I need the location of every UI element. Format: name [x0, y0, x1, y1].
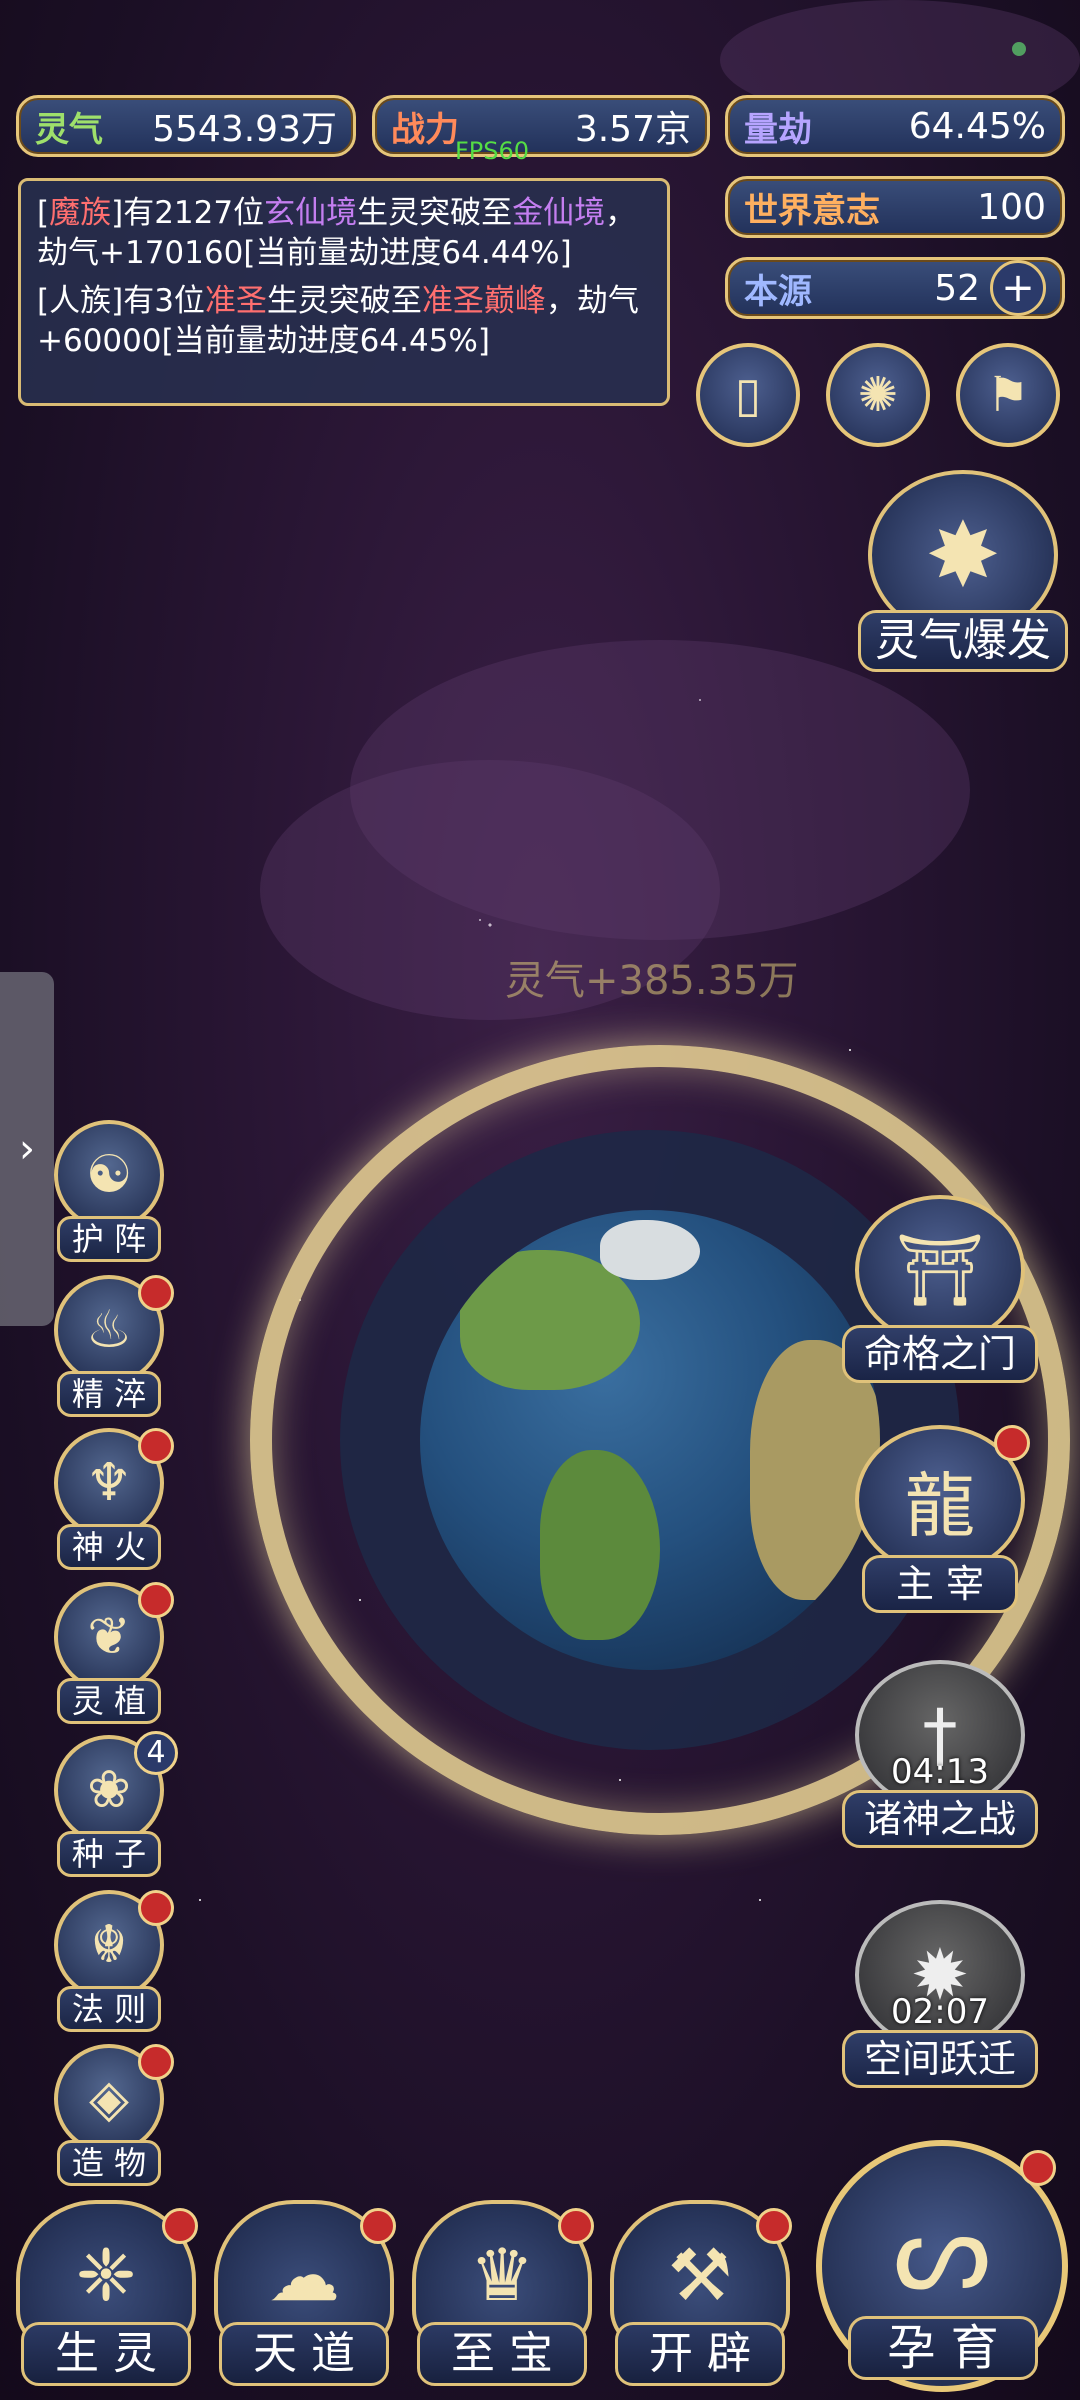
fps-counter: FPS60: [455, 137, 530, 165]
log-entry: [人族]有3位准圣生灵突破至准圣巅峰，劫气+60000[当前量劫进度64.45%…: [37, 283, 639, 359]
event-log: [魔族]有2127位玄仙境生灵突破至金仙境，劫气+170160[当前量劫进度64…: [18, 178, 670, 406]
continent: [600, 1220, 700, 1280]
faze-button[interactable]: ☬ 法 则: [44, 1890, 174, 2032]
notification-dot: [138, 2044, 174, 2080]
huzhen-button[interactable]: ☯ 护 阵: [44, 1120, 174, 1262]
lingzhi-label: 灵 植: [57, 1678, 161, 1724]
notification-dot: [138, 1428, 174, 1464]
swirl-icon[interactable]: ✺: [826, 343, 930, 447]
gate-icon: ⛩: [855, 1195, 1025, 1345]
yunyu-button[interactable]: ᔕ 孕 育: [816, 2140, 1068, 2392]
yunyu-label: 孕 育: [848, 2316, 1038, 2380]
shenhuo-button[interactable]: ♆ 神 火: [44, 1428, 174, 1570]
zhibao-label: 至 宝: [417, 2322, 587, 2386]
zhanli-stat[interactable]: 战力 3.57京: [372, 95, 710, 157]
notification-dot: [558, 2208, 594, 2244]
lingqi-stat[interactable]: 灵气 5543.93万: [16, 95, 356, 157]
liangjie-label: 量劫: [744, 109, 812, 150]
embryo-icon: ᔕ: [892, 2186, 992, 2314]
card-icon[interactable]: ▯: [696, 343, 800, 447]
benyuan-stat[interactable]: 本源 52 +: [725, 257, 1065, 319]
shijie-label: 世界意志: [744, 190, 880, 231]
yin-yang-icon: ☯: [54, 1120, 164, 1230]
notification-dot: [360, 2208, 396, 2244]
kaipi-button[interactable]: ⚒ 开 辟: [600, 2200, 800, 2400]
liangjie-value: 64.45%: [908, 105, 1046, 147]
lingqi-value: 5543.93万: [152, 109, 337, 150]
benyuan-label: 本源: [744, 271, 812, 312]
zhongzi-label: 种 子: [57, 1831, 161, 1877]
zhuzai-label: 主 宰: [862, 1555, 1018, 1613]
jingcui-button[interactable]: ♨ 精 淬: [44, 1275, 174, 1417]
plus-icon[interactable]: +: [990, 260, 1046, 316]
flag-icon[interactable]: ⚑: [956, 343, 1060, 447]
notification-dot: [1020, 2150, 1056, 2186]
lingqi-label: 灵气: [35, 109, 103, 150]
notification-dot: [162, 2208, 198, 2244]
mingge-button[interactable]: ⛩ 命格之门: [840, 1195, 1040, 1383]
zhanli-value: 3.57京: [574, 109, 691, 150]
notification-dot: [138, 1582, 174, 1618]
shengling-label: 生 灵: [21, 2322, 191, 2386]
lingqi-burst-button[interactable]: ✸ 灵气爆发: [858, 470, 1068, 680]
tiandao-button[interactable]: ☁ 天 道: [204, 2200, 404, 2400]
zhibao-button[interactable]: ♛ 至 宝: [402, 2200, 602, 2400]
notification-dot: [138, 1890, 174, 1926]
log-entry: [魔族]有2127位玄仙境生灵突破至金仙境，劫气+170160[当前量劫进度64…: [37, 195, 637, 271]
benyuan-value: 52: [934, 267, 980, 309]
floating-gain-text: 灵气+385.35万: [505, 958, 799, 1004]
kaipi-label: 开 辟: [615, 2322, 785, 2386]
continent: [540, 1450, 660, 1640]
tiandao-label: 天 道: [219, 2322, 389, 2386]
zhongzi-button[interactable]: ❀ 4 种 子: [44, 1731, 178, 1877]
liangjie-stat[interactable]: 量劫 64.45%: [725, 95, 1065, 157]
shijie-value: 100: [977, 186, 1046, 228]
lingzhi-button[interactable]: ❦ 灵 植: [44, 1582, 174, 1724]
shengling-button[interactable]: ❈ 生 灵: [6, 2200, 206, 2400]
shijie-stat[interactable]: 世界意志 100: [725, 176, 1065, 238]
planet-earth[interactable]: [420, 1210, 880, 1670]
faze-label: 法 则: [57, 1986, 161, 2032]
zhuzai-button[interactable]: 龍 主 宰: [840, 1425, 1040, 1613]
zaowu-label: 造 物: [57, 2140, 161, 2186]
shenhuo-label: 神 火: [57, 1524, 161, 1570]
zhushen-timer: 04:13: [891, 1752, 989, 1792]
kongjian-timer: 02:07: [891, 1992, 989, 2032]
zhushen-button[interactable]: † 04:13 诸神之战: [840, 1660, 1040, 1848]
count-badge: 4: [134, 1731, 178, 1775]
kongjian-label: 空间跃迁: [842, 2030, 1038, 2088]
notification-dot: [994, 1425, 1030, 1461]
zhushen-label: 诸神之战: [842, 1790, 1038, 1848]
notification-dot: [756, 2208, 792, 2244]
zaowu-button[interactable]: ◈ 造 物: [44, 2044, 174, 2186]
kongjian-button[interactable]: ✹ 02:07 空间跃迁: [840, 1900, 1040, 2088]
mingge-label: 命格之门: [842, 1325, 1038, 1383]
burst-label: 灵气爆发: [858, 610, 1068, 672]
zhanli-label: 战力: [391, 109, 459, 150]
notification-dot: [138, 1275, 174, 1311]
jingcui-label: 精 淬: [57, 1371, 161, 1417]
huzhen-label: 护 阵: [57, 1216, 161, 1262]
